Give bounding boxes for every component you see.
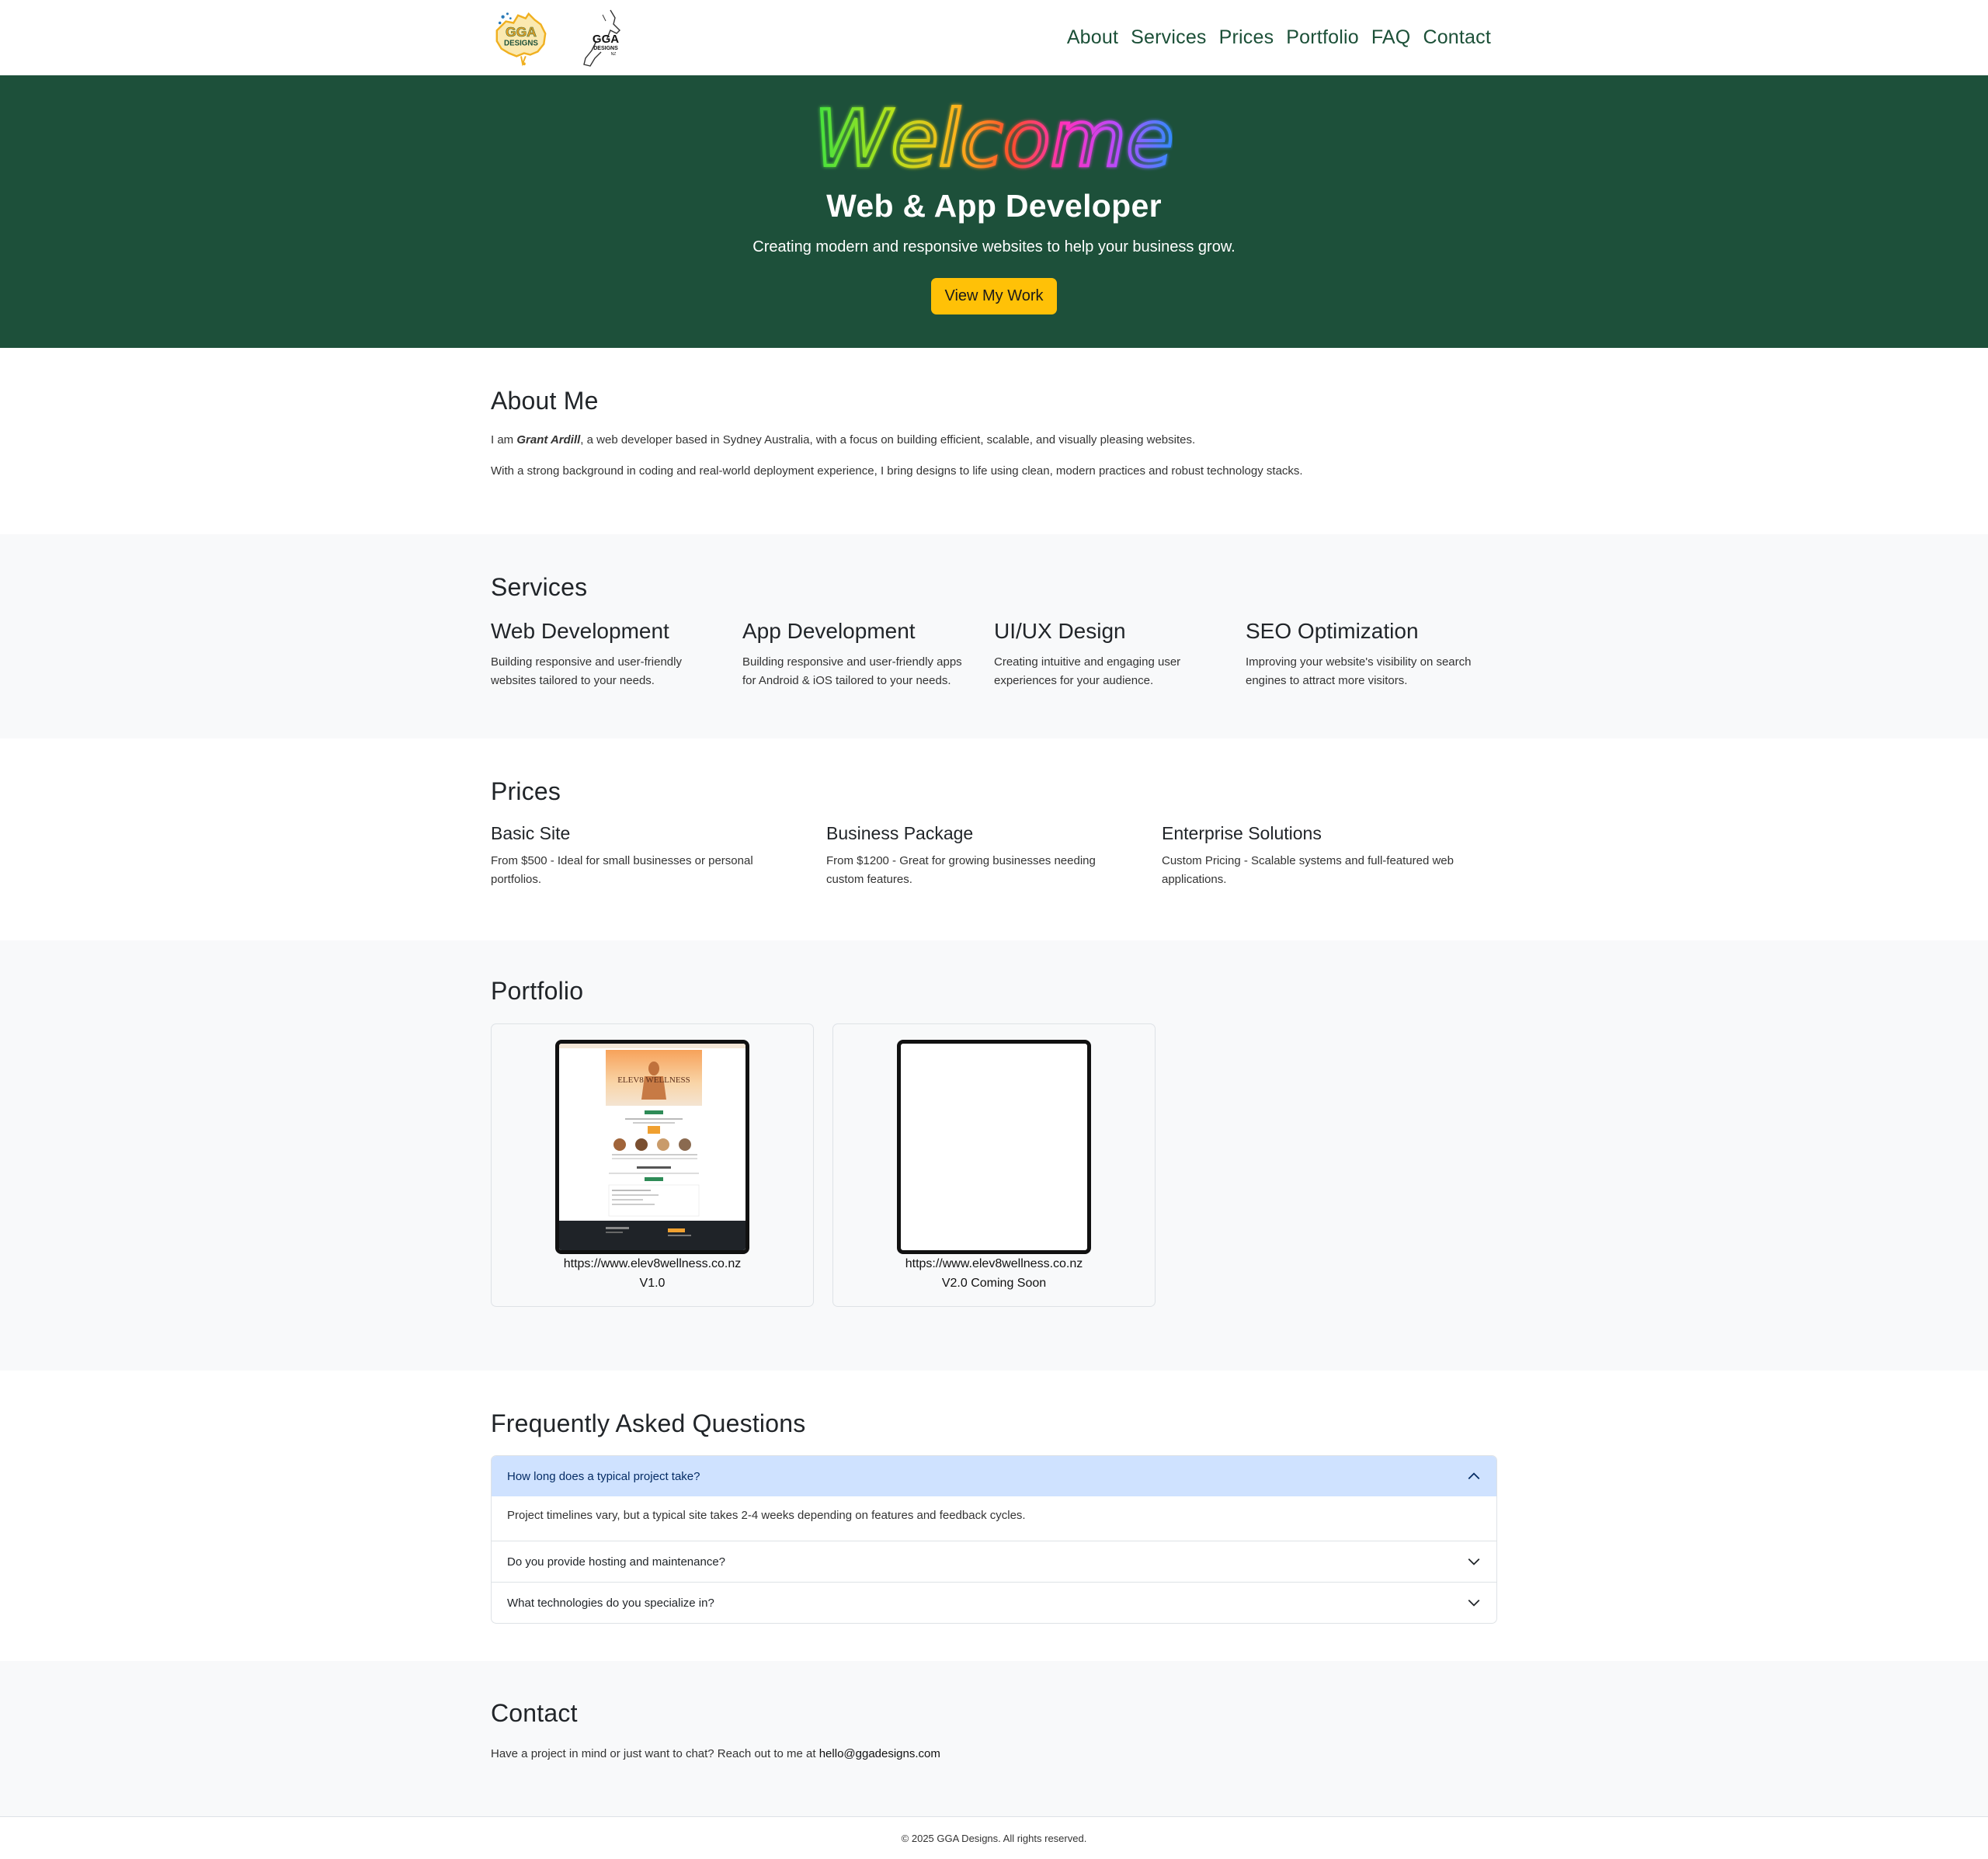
faq-item: What technologies do you specialize in? <box>492 1582 1496 1623</box>
svg-text:GGA: GGA <box>506 24 537 40</box>
portfolio-card[interactable]: https://www.elev8wellness.co.nz V2.0 Com… <box>832 1023 1156 1307</box>
logo-group: GGA DESIGNS GGA DESIGNS NZ <box>491 7 626 69</box>
nav-prices[interactable]: Prices <box>1219 26 1274 49</box>
price-desc: From $1200 - Great for growing businesse… <box>826 854 1096 886</box>
price-title: Enterprise Solutions <box>1162 823 1322 843</box>
services-section: Services Web Development Building respon… <box>0 534 1988 738</box>
svg-text:NZ: NZ <box>611 52 617 57</box>
portfolio-title: Portfolio <box>491 977 584 1005</box>
hero-subtitle: Creating modern and responsive websites … <box>752 238 1236 255</box>
services-title: Services <box>491 573 588 601</box>
service-title: UI/UX Design <box>994 619 1126 643</box>
price-desc: From $500 - Ideal for small businesses o… <box>491 854 753 886</box>
service-title: Web Development <box>491 619 669 643</box>
service-desc: Building responsive and user-friendly we… <box>491 655 682 687</box>
portfolio-version: V1.0 <box>639 1277 666 1290</box>
price-item: Business Package From $1200 - Great for … <box>826 823 1162 889</box>
welcome-neon-heading: Welcome <box>815 94 1173 179</box>
gga-nz-logo[interactable]: GGA DESIGNS NZ <box>579 7 626 69</box>
portfolio-url[interactable]: https://www.elev8wellness.co.nz <box>905 1257 1083 1271</box>
nav-faq[interactable]: FAQ <box>1371 26 1411 49</box>
faq-question-text: What technologies do you specialize in? <box>507 1596 714 1610</box>
service-item: App Development Building responsive and … <box>742 619 994 690</box>
faq-question[interactable]: What technologies do you specialize in? <box>492 1583 1496 1623</box>
nav-links: About Services Prices Portfolio FAQ Cont… <box>1067 26 1491 49</box>
view-my-work-button[interactable]: View My Work <box>931 278 1057 314</box>
price-item: Enterprise Solutions Custom Pricing - Sc… <box>1162 823 1497 889</box>
author-name: Grant Ardill <box>516 433 581 447</box>
svg-text:DESIGNS: DESIGNS <box>504 39 538 47</box>
faq-item: Do you provide hosting and maintenance? <box>492 1541 1496 1582</box>
website-thumbnail: ELEV8 WELLNESS <box>559 1044 746 1250</box>
chevron-down-icon <box>1468 1558 1480 1565</box>
prices-section: Prices Basic Site From $500 - Ideal for … <box>0 738 1988 940</box>
faq-accordion: How long does a typical project take? Pr… <box>491 1455 1497 1624</box>
faq-question-text: Do you provide hosting and maintenance? <box>507 1555 726 1569</box>
portfolio-version: V2.0 Coming Soon <box>941 1277 1047 1290</box>
contact-section: Contact Have a project in mind or just w… <box>0 1661 1988 1816</box>
faq-question[interactable]: Do you provide hosting and maintenance? <box>492 1541 1496 1582</box>
navbar: GGA DESIGNS GGA DESIGNS NZ About Service… <box>0 0 1988 75</box>
contact-title: Contact <box>491 1699 578 1727</box>
faq-question-text: How long does a typical project take? <box>507 1469 700 1483</box>
chevron-down-icon <box>1468 1599 1480 1607</box>
faq-question[interactable]: How long does a typical project take? <box>492 1456 1496 1496</box>
about-p1-pre: I am <box>491 433 517 447</box>
nav-portfolio[interactable]: Portfolio <box>1286 26 1359 49</box>
service-title: App Development <box>742 619 916 643</box>
service-desc: Building responsive and user-friendly ap… <box>742 655 962 687</box>
copyright-text: © 2025 GGA Designs. All rights reserved. <box>901 1833 1087 1844</box>
faq-answer: Project timelines vary, but a typical si… <box>507 1509 1026 1522</box>
service-item: SEO Optimization Improving your website'… <box>1246 619 1497 690</box>
about-section: About Me I am Grant Ardill, a web develo… <box>0 348 1988 534</box>
gga-australia-logo[interactable]: GGA DESIGNS <box>491 8 551 68</box>
nav-contact[interactable]: Contact <box>1423 26 1491 49</box>
service-title: SEO Optimization <box>1246 619 1419 643</box>
svg-text:ELEV8 WELLNESS: ELEV8 WELLNESS <box>617 1075 690 1085</box>
svg-text:Welcome: Welcome <box>815 94 1173 179</box>
price-desc: Custom Pricing - Scalable systems and fu… <box>1162 854 1454 886</box>
prices-title: Prices <box>491 777 561 805</box>
footer: © 2025 GGA Designs. All rights reserved. <box>0 1816 1988 1855</box>
service-item: Web Development Building responsive and … <box>491 619 742 690</box>
about-title: About Me <box>491 387 599 415</box>
contact-text: Have a project in mind or just want to c… <box>491 1745 1497 1763</box>
svg-text:GGA: GGA <box>593 33 619 46</box>
price-title: Business Package <box>826 823 974 843</box>
faq-title: Frequently Asked Questions <box>491 1409 806 1437</box>
tablet-screenshot[interactable]: ELEV8 WELLNESS <box>555 1040 749 1254</box>
service-desc: Improving your website's visibility on s… <box>1246 655 1472 687</box>
hero-section: Welcome Web & App Developer Creating mod… <box>0 75 1988 348</box>
service-item: UI/UX Design Creating intuitive and enga… <box>994 619 1246 690</box>
about-paragraph-2: With a strong background in coding and r… <box>491 464 1303 478</box>
about-paragraph-1: I am Grant Ardill, a web developer based… <box>491 431 1497 450</box>
portfolio-url[interactable]: https://www.elev8wellness.co.nz <box>564 1257 742 1271</box>
tablet-placeholder <box>897 1040 1091 1254</box>
portfolio-card[interactable]: ELEV8 WELLNESS https://www.elev8wellness… <box>491 1023 814 1307</box>
nav-about[interactable]: About <box>1067 26 1118 49</box>
price-title: Basic Site <box>491 823 571 843</box>
nav-services[interactable]: Services <box>1131 26 1206 49</box>
chevron-up-icon <box>1468 1472 1480 1480</box>
faq-item: How long does a typical project take? Pr… <box>492 1456 1496 1541</box>
about-p1-post: , a web developer based in Sydney Austra… <box>580 433 1196 447</box>
svg-text:DESIGNS: DESIGNS <box>593 46 618 51</box>
contact-email-link[interactable]: hello@ggadesigns.com <box>819 1747 940 1760</box>
faq-section: Frequently Asked Questions How long does… <box>0 1371 1988 1661</box>
price-item: Basic Site From $500 - Ideal for small b… <box>491 823 826 889</box>
contact-text-body: Have a project in mind or just want to c… <box>491 1747 819 1760</box>
portfolio-section: Portfolio ELEV8 WELLNESS https://www.ele… <box>0 940 1988 1371</box>
hero-title: Web & App Developer <box>826 188 1162 224</box>
service-desc: Creating intuitive and engaging user exp… <box>994 655 1181 687</box>
